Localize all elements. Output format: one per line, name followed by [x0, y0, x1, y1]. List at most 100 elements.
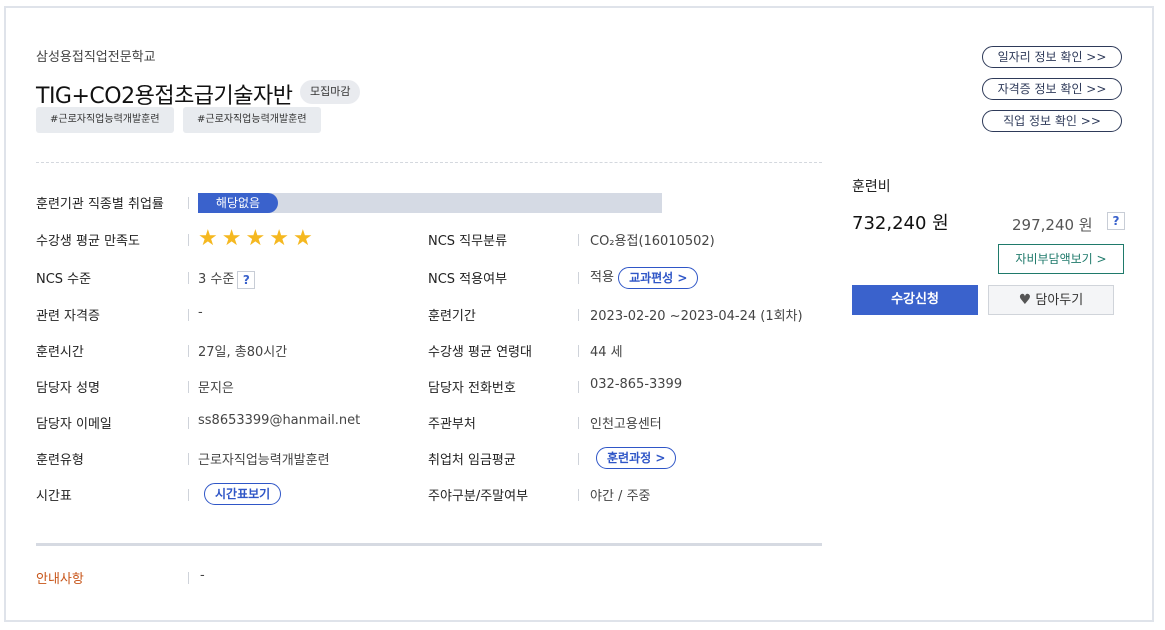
section-divider [36, 543, 822, 546]
separator [188, 272, 189, 284]
satisfaction-label: 수강생 평균 만족도 [36, 234, 140, 249]
self-pay-button[interactable]: 자비부담액보기 > [998, 244, 1124, 274]
day-night-value: 야간 / 주중 [590, 489, 651, 504]
timetable-label: 시간표 [36, 489, 72, 504]
training-period-label: 훈련기간 [428, 309, 476, 324]
notice-value: - [200, 568, 205, 583]
curriculum-button[interactable]: 교과편성 > [618, 266, 699, 289]
apply-button[interactable]: 수강신청 [852, 285, 978, 315]
separator [188, 234, 189, 246]
separator [188, 197, 189, 209]
course-tag[interactable]: #근로자직업능력개발훈련 [183, 107, 321, 133]
separator [188, 309, 189, 321]
separator [578, 381, 579, 393]
related-certificate-value: - [198, 305, 203, 320]
separator [188, 345, 189, 357]
star-icon: ★ [292, 226, 313, 251]
training-type-value: 근로자직업능력개발훈련 [198, 453, 330, 468]
ncs-level-label: NCS 수준 [36, 272, 92, 287]
notice-label: 안내사항 [36, 572, 84, 587]
occupation-info-link[interactable]: 직업 정보 확인 >> [982, 110, 1122, 132]
school-name: 삼성용접직업전문학교 [36, 50, 156, 65]
day-night-row: 주야구분/주말여부 야간 / 주중 [428, 485, 822, 505]
satisfaction-stars: ★ ★ ★ ★ ★ [198, 226, 313, 251]
course-tag[interactable]: #근로자직업능력개발훈련 [36, 107, 174, 133]
average-age-value: 44 세 [590, 345, 623, 360]
ncs-applied-label: NCS 적용여부 [428, 272, 508, 287]
star-icon: ★ [221, 226, 242, 251]
star-icon: ★ [245, 226, 266, 251]
ministry-label: 주관부처 [428, 417, 476, 432]
ncs-category-label: NCS 직무분류 [428, 234, 508, 249]
ministry-value: 인천고용센터 [590, 417, 662, 432]
day-night-label: 주야구분/주말여부 [428, 489, 529, 504]
separator [578, 309, 579, 321]
training-hours-label: 훈련시간 [36, 345, 84, 360]
separator [188, 417, 189, 429]
fee-total: 732,240 원 [852, 213, 949, 234]
manager-phone-label: 담당자 전화번호 [428, 381, 516, 396]
ministry-row: 주관부처 인천고용센터 [428, 413, 822, 433]
ncs-applied-value: 적용 [590, 270, 614, 285]
employment-rate-bar: 해당없음 [198, 193, 662, 213]
separator [578, 489, 579, 501]
course-title: TIG+CO2용접초급기술자반 [36, 84, 293, 109]
timetable-row: 시간표 시간표보기 [36, 483, 416, 505]
training-period-row: 훈련기간 2023-02-20 ~2023-04-24 (1회차) [428, 305, 822, 325]
separator [578, 417, 579, 429]
fee-help-button[interactable]: ? [1107, 212, 1125, 230]
fee-self-pay: 297,240 원 [1012, 216, 1093, 234]
separator [188, 381, 189, 393]
wishlist-label: 담아두기 [1035, 293, 1084, 308]
separator [578, 345, 579, 357]
related-certificate-row: 관련 자격증 - [36, 305, 416, 325]
heart-icon: ♥ [1018, 292, 1032, 308]
manager-phone-value: 032-865-3399 [590, 377, 683, 392]
separator [578, 272, 579, 284]
separator [188, 489, 189, 501]
separator [578, 453, 579, 465]
separator [188, 453, 189, 465]
ncs-level-help-button[interactable]: ? [237, 270, 256, 289]
wishlist-button[interactable]: ♥ 담아두기 [988, 285, 1114, 315]
dashed-divider [36, 162, 822, 163]
separator [578, 234, 579, 246]
manager-phone-row: 담당자 전화번호 032-865-3399 [428, 377, 822, 397]
average-wage-label: 취업처 임금평균 [428, 453, 516, 468]
star-icon: ★ [269, 226, 289, 251]
employment-rate-row: 훈련기관 직종별 취업률 해당없음 [36, 193, 676, 213]
certificate-info-link[interactable]: 자격증 정보 확인 >> [982, 78, 1122, 100]
satisfaction-row: 수강생 평균 만족도 ★ ★ ★ ★ ★ [36, 226, 416, 251]
ncs-level-value: 3 수준 [198, 272, 235, 287]
training-hours-value: 27일, 총80시간 [198, 345, 288, 360]
fee-label: 훈련비 [852, 179, 891, 195]
average-age-row: 수강생 평균 연령대 44 세 [428, 341, 822, 361]
training-period-value: 2023-02-20 ~2023-04-24 (1회차) [590, 309, 803, 324]
average-age-label: 수강생 평균 연령대 [428, 345, 532, 360]
training-hours-row: 훈련시간 27일, 총80시간 [36, 341, 416, 361]
job-info-link[interactable]: 일자리 정보 확인 >> [982, 46, 1122, 68]
employment-rate-label: 훈련기관 직종별 취업률 [36, 197, 164, 212]
ncs-category-row: NCS 직무분류 CO₂용접(16010502) [428, 230, 822, 250]
separator [188, 572, 189, 584]
timetable-button[interactable]: 시간표보기 [204, 483, 282, 505]
training-type-row: 훈련유형 근로자직업능력개발훈련 [36, 449, 416, 469]
training-course-button[interactable]: 훈련과정 > [596, 447, 677, 469]
manager-email-value: ss8653399@hanmail.net [198, 413, 361, 428]
status-badge: 모집마감 [300, 80, 361, 104]
manager-name-row: 담당자 성명 문지은 [36, 377, 416, 397]
average-wage-row: 취업처 임금평균 훈련과정 > [428, 447, 822, 469]
manager-name-value: 문지은 [198, 381, 234, 396]
manager-name-label: 담당자 성명 [36, 381, 100, 396]
training-type-label: 훈련유형 [36, 453, 84, 468]
manager-email-row: 담당자 이메일 ss8653399@hanmail.net [36, 413, 416, 433]
ncs-level-row: NCS 수준 3 수준? [36, 268, 416, 289]
related-certificate-label: 관련 자격증 [36, 309, 100, 324]
side-link-list: 일자리 정보 확인 >> 자격증 정보 확인 >> 직업 정보 확인 >> [982, 46, 1122, 142]
course-detail-card: 삼성용접직업전문학교 TIG+CO2용접초급기술자반 모집마감 #근로자직업능력… [4, 6, 1154, 622]
ncs-applied-row: NCS 적용여부 적용 교과편성 > [428, 266, 822, 289]
manager-email-label: 담당자 이메일 [36, 417, 112, 432]
star-icon: ★ [198, 226, 218, 251]
ncs-category-value: CO₂용접(16010502) [590, 234, 715, 249]
employment-rate-value: 해당없음 [198, 193, 278, 213]
